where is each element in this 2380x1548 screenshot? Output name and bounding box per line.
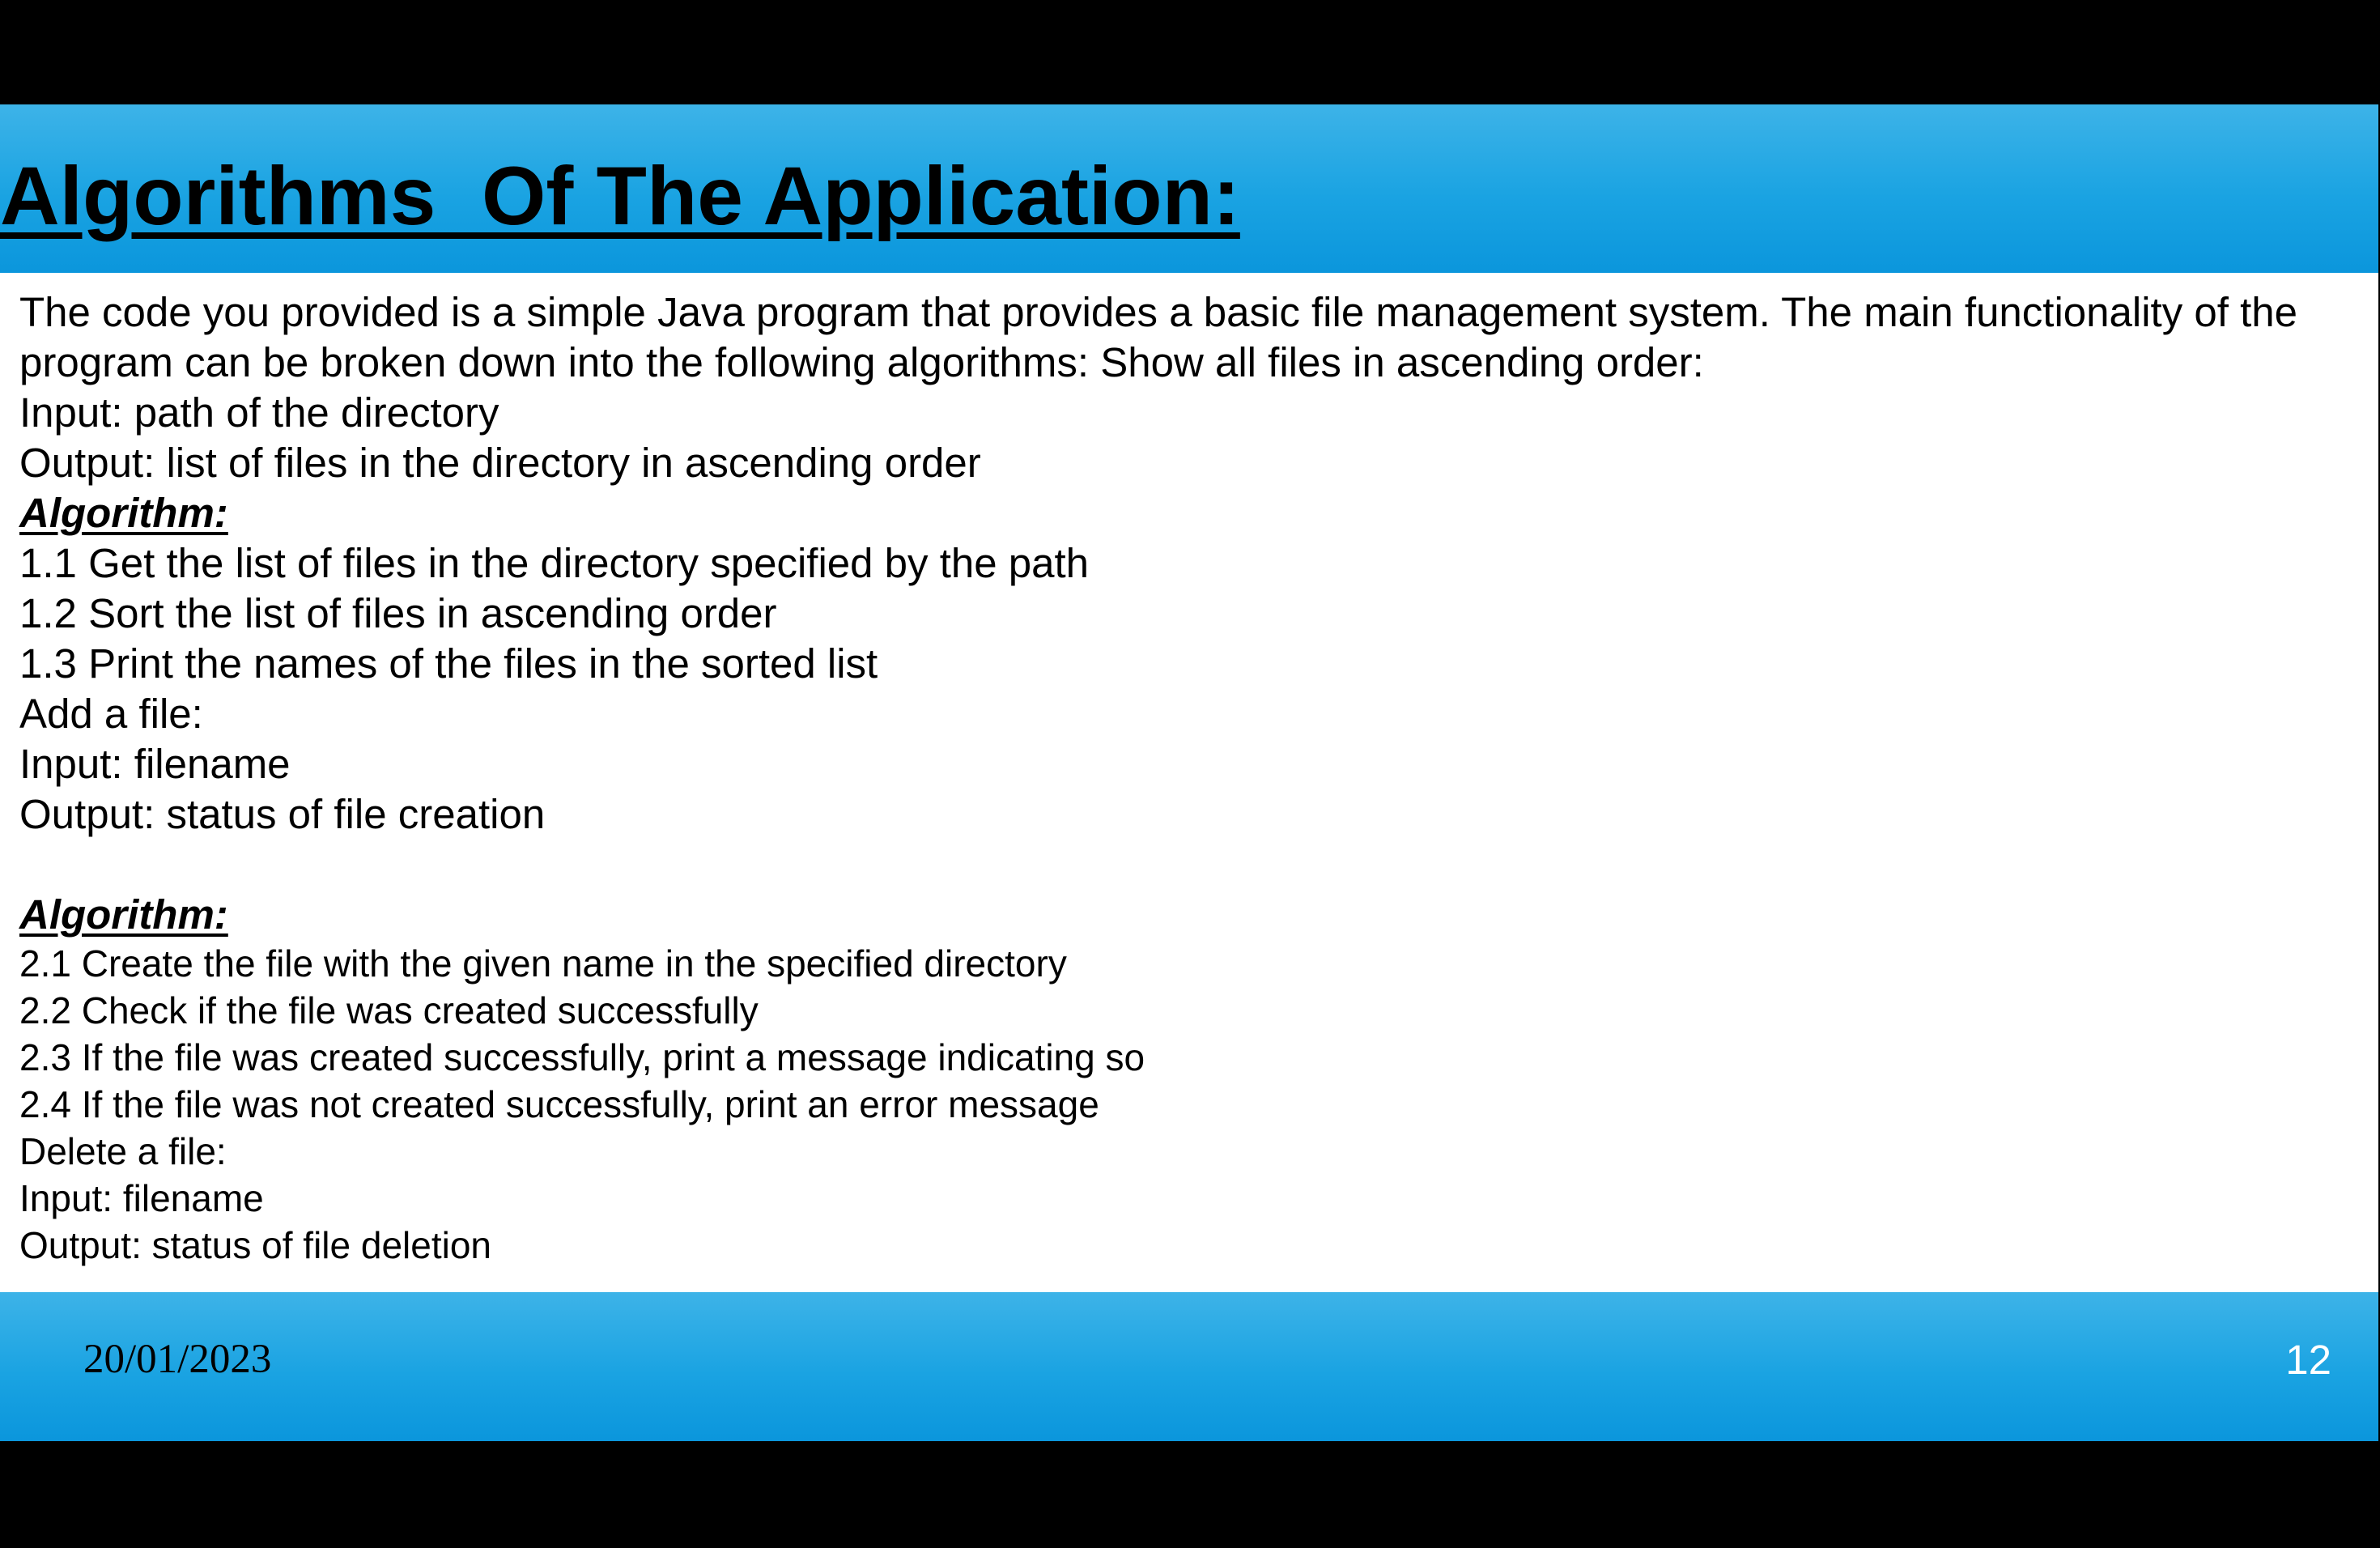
delete-file-output: Output: status of file deletion	[19, 1224, 492, 1266]
delete-file-heading: Delete a file:	[19, 1130, 227, 1172]
slide: Algorithms Of The Application: The code …	[0, 104, 2378, 1441]
slide-number: 12	[2285, 1337, 2331, 1383]
header-band: Algorithms Of The Application:	[0, 104, 2378, 273]
step-1-1: 1.1 Get the list of files in the directo…	[19, 540, 1090, 586]
step-1-3: 1.3 Print the names of the files in the …	[19, 640, 878, 687]
step-2-1: 2.1 Create the file with the given name …	[19, 942, 1067, 985]
show-files-input: Input: path of the directory	[19, 389, 499, 436]
add-file-output: Output: status of file creation	[19, 791, 546, 837]
step-2-2: 2.2 Check if the file was created succes…	[19, 989, 759, 1031]
slide-body: The code you provided is a simple Java p…	[19, 287, 2351, 1269]
intro-paragraph: The code you provided is a simple Java p…	[19, 289, 2310, 385]
add-file-input: Input: filename	[19, 741, 291, 787]
slide-title: Algorithms Of The Application:	[0, 150, 1240, 242]
algorithm-heading-1: Algorithm:	[19, 490, 228, 536]
step-2-3: 2.3 If the file was created successfully…	[19, 1036, 1145, 1078]
add-file-heading: Add a file:	[19, 691, 203, 737]
algorithm-heading-2: Algorithm:	[19, 891, 228, 938]
delete-file-input: Input: filename	[19, 1177, 264, 1219]
show-files-output: Output: list of files in the directory i…	[19, 440, 981, 486]
footer-date: 20/01/2023	[83, 1337, 272, 1382]
step-2-4: 2.4 If the file was not created successf…	[19, 1083, 1099, 1125]
footer-band: 20/01/2023 12	[0, 1292, 2378, 1441]
step-1-2: 1.2 Sort the list of files in ascending …	[19, 590, 777, 636]
